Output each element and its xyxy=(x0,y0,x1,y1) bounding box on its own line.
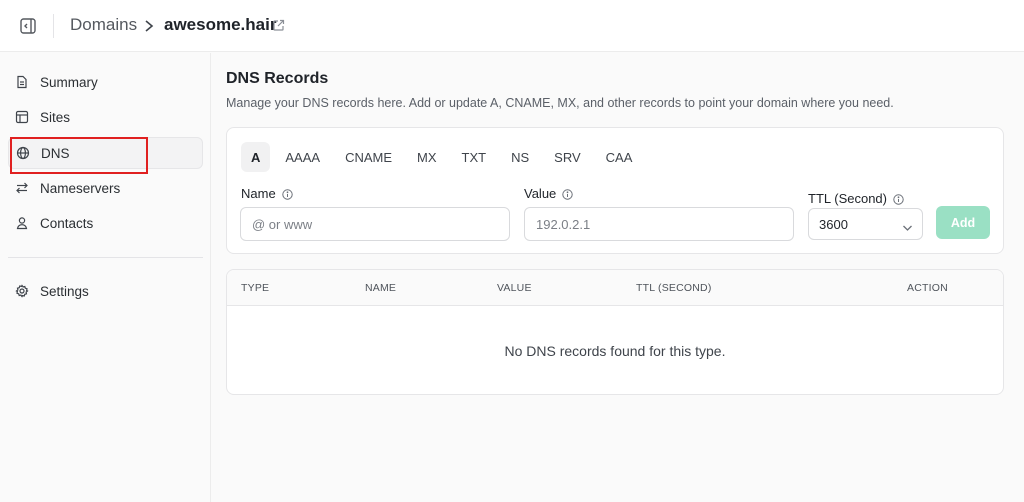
ttl-selected-value: 3600 xyxy=(819,216,848,232)
sidebar-divider xyxy=(8,257,203,258)
arrows-swap-icon xyxy=(15,181,29,195)
dns-form-card: A AAAA CNAME MX TXT NS SRV CAA Name Valu… xyxy=(226,127,1004,254)
chevron-right-icon xyxy=(142,17,156,35)
info-icon[interactable] xyxy=(281,188,293,200)
name-input[interactable] xyxy=(240,207,510,241)
sidebar-item-settings[interactable]: Settings xyxy=(8,275,203,307)
breadcrumb-domains[interactable]: Domains xyxy=(70,15,137,35)
name-label: Name xyxy=(241,186,293,201)
breadcrumb-current-domain: awesome.hair xyxy=(164,15,277,34)
header-divider xyxy=(53,14,54,38)
sidebar-item-label: DNS xyxy=(41,145,70,161)
column-header-name: NAME xyxy=(365,282,397,294)
ttl-label: TTL (Second) xyxy=(808,191,904,206)
sidebar-item-label: Contacts xyxy=(40,215,94,231)
tab-caa[interactable]: CAA xyxy=(596,142,643,172)
name-label-text: Name xyxy=(241,186,276,201)
tab-srv[interactable]: SRV xyxy=(544,142,591,172)
chevron-down-icon xyxy=(902,220,913,231)
tab-ns[interactable]: NS xyxy=(501,142,539,172)
info-icon[interactable] xyxy=(893,193,904,205)
column-header-value: VALUE xyxy=(497,282,532,294)
sidebar-item-label: Sites xyxy=(40,109,71,125)
add-record-button[interactable]: Add xyxy=(936,206,990,239)
record-type-tabs: A AAAA CNAME MX TXT NS SRV CAA xyxy=(241,142,647,172)
sidebar-item-label: Summary xyxy=(40,74,98,90)
ttl-select[interactable]: 3600 xyxy=(808,208,923,240)
tab-mx[interactable]: MX xyxy=(407,142,447,172)
sidebar-item-nameservers[interactable]: Nameservers xyxy=(8,172,203,204)
value-input[interactable] xyxy=(524,207,794,241)
sidebar-item-label: Settings xyxy=(40,283,89,299)
tab-cname[interactable]: CNAME xyxy=(335,142,402,172)
column-header-action: ACTION xyxy=(907,282,948,294)
page-description: Manage your DNS records here. Add or upd… xyxy=(226,96,894,110)
info-icon[interactable] xyxy=(562,188,573,200)
sidebar-item-contacts[interactable]: Contacts xyxy=(8,207,203,239)
gear-icon xyxy=(15,284,29,298)
value-label-text: Value xyxy=(524,186,557,201)
column-header-type: TYPE xyxy=(241,282,270,294)
globe-icon xyxy=(16,146,30,160)
sidebar-item-label: Nameservers xyxy=(40,180,121,196)
empty-state-message: No DNS records found for this type. xyxy=(504,343,726,359)
document-icon xyxy=(15,75,29,89)
user-icon xyxy=(15,216,29,230)
sidebar-item-dns[interactable]: DNS xyxy=(8,137,203,169)
ttl-label-text: TTL (Second) xyxy=(808,191,887,206)
column-header-ttl: TTL (SECOND) xyxy=(636,282,712,294)
tab-a[interactable]: A xyxy=(241,142,271,172)
table-header: TYPE NAME VALUE TTL (SECOND) ACTION xyxy=(227,270,1003,306)
external-link-icon[interactable] xyxy=(272,19,285,32)
sidebar-item-summary[interactable]: Summary xyxy=(8,66,203,98)
value-label: Value xyxy=(524,186,573,201)
sidebar-toggle-icon[interactable] xyxy=(18,16,38,36)
top-header: Domains awesome.hair xyxy=(0,0,1024,52)
tab-aaaa[interactable]: AAAA xyxy=(275,142,330,172)
sidebar: Summary Sites DNS Nameservers Contacts S… xyxy=(0,53,211,502)
sidebar-item-sites[interactable]: Sites xyxy=(8,101,203,133)
layout-icon xyxy=(15,110,29,124)
tab-txt[interactable]: TXT xyxy=(452,142,497,172)
dns-records-table: TYPE NAME VALUE TTL (SECOND) ACTION No D… xyxy=(226,269,1004,395)
page-title: DNS Records xyxy=(226,70,329,87)
